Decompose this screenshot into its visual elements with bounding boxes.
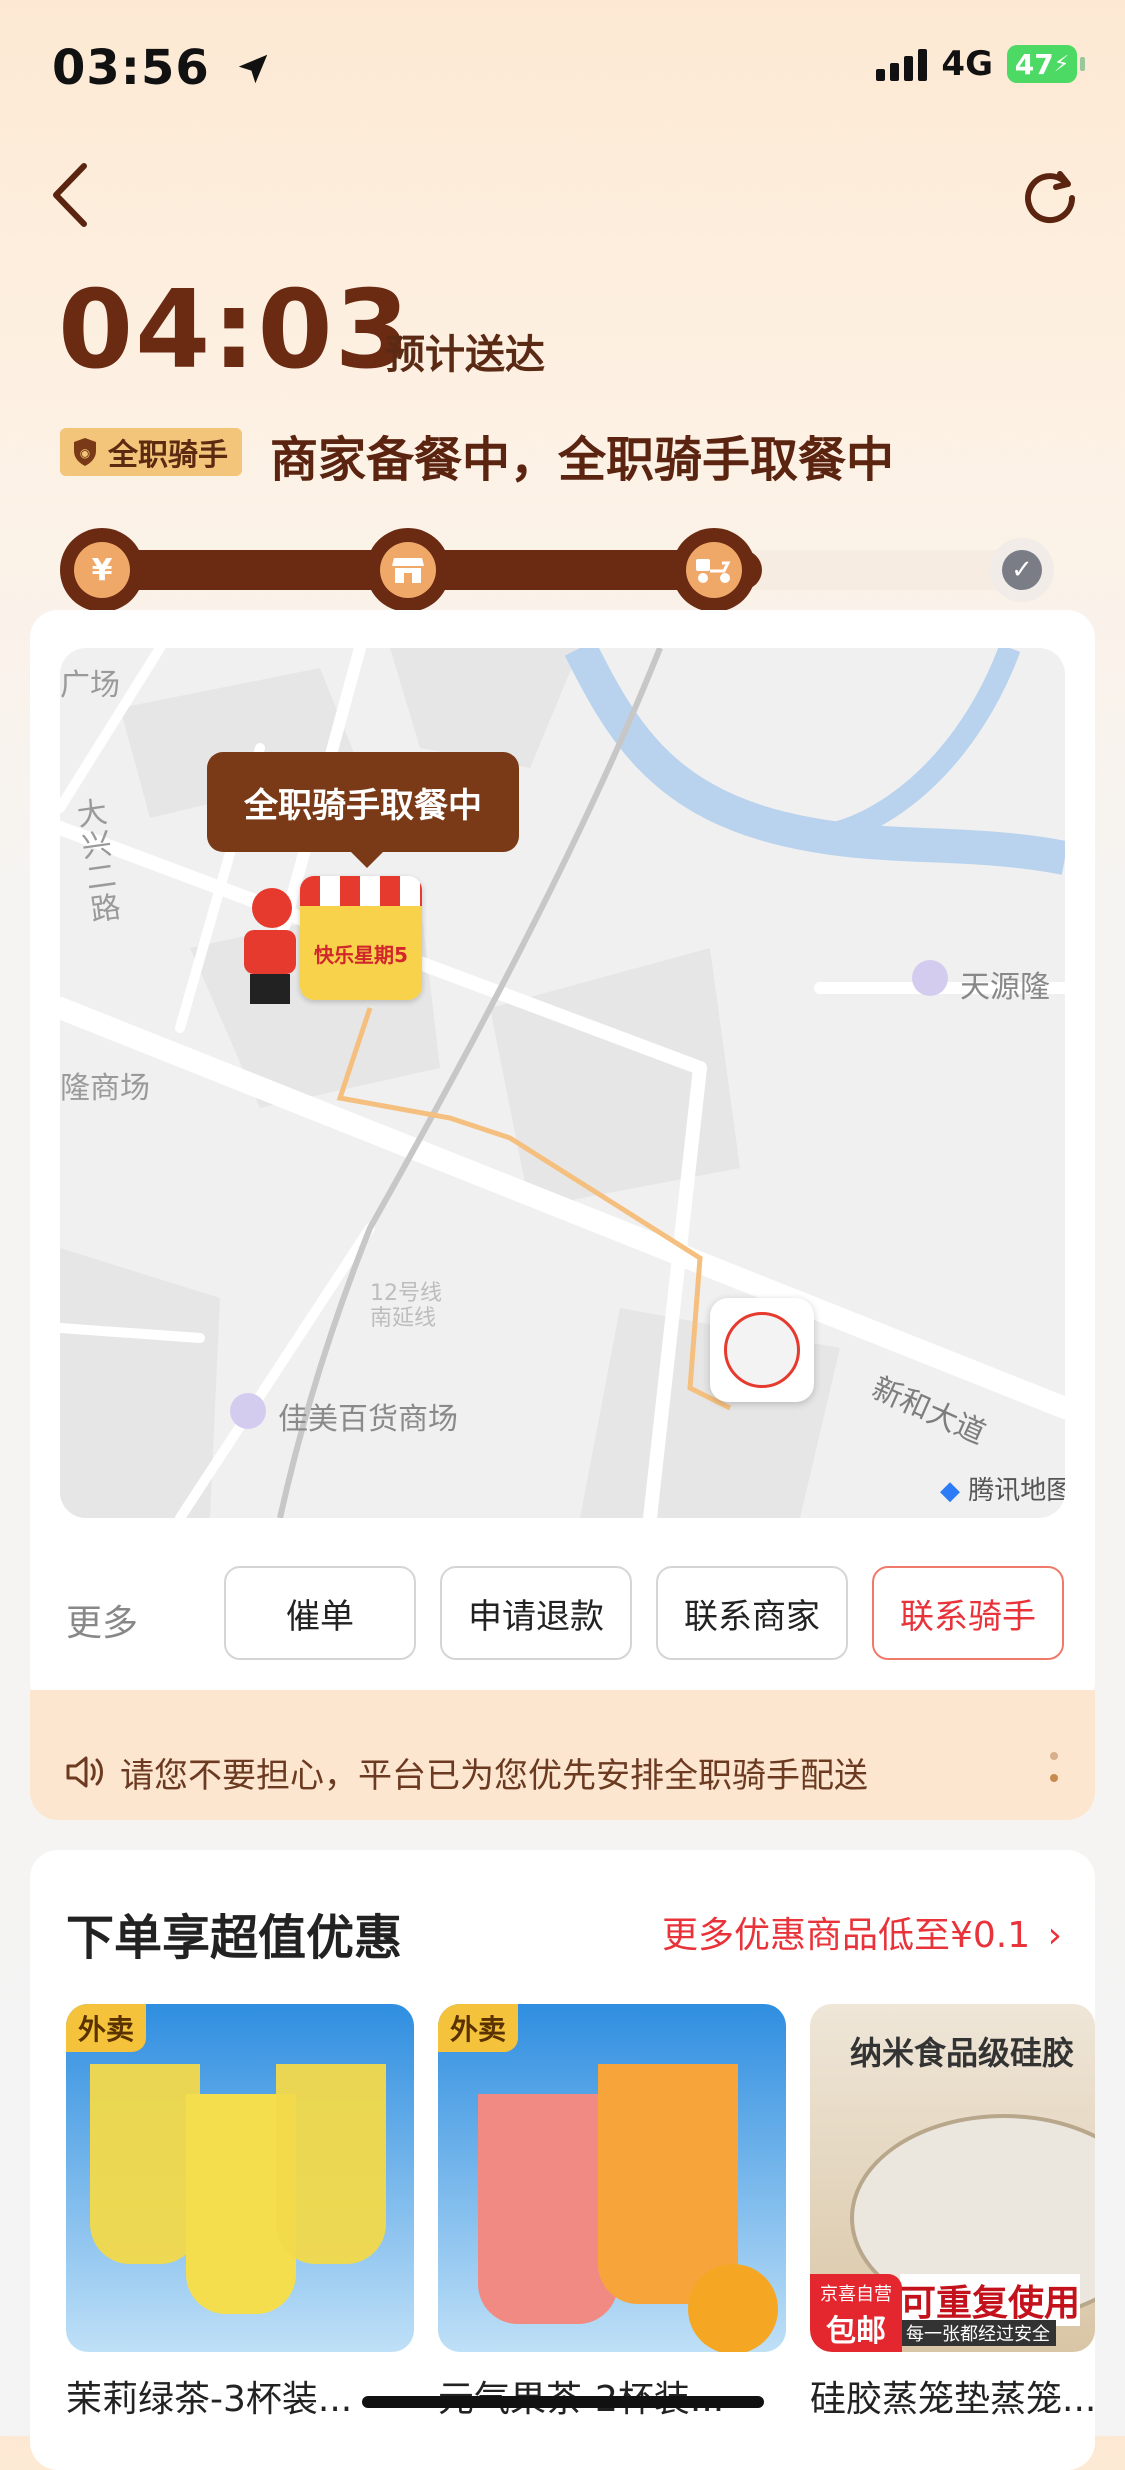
rider-status-bubble: 全职骑手取餐中 [207,752,519,868]
promo-more-link[interactable]: 更多优惠商品低至¥0.1 › [662,1906,1062,1958]
step-rider [672,528,756,612]
network-type: 4G [941,44,993,84]
yuan-icon: ¥ [74,542,130,598]
eta-time: 04:03 [58,268,412,393]
navigation-arrow-icon [238,54,267,84]
product-banner: 纳米食品级硅胶 [850,2034,1075,2072]
refresh-button[interactable] [1020,168,1080,232]
product-name[interactable]: 硅胶蒸笼垫蒸笼... [810,2370,1096,2422]
rider-badge-label: 全职骑手 [108,438,228,473]
contact-merchant-button[interactable]: 联系商家 [656,1566,848,1660]
product-card-steamer-mat[interactable]: 纳米食品级硅胶 可重复使用 每一张都经过安全 京喜自营 包邮 [810,2004,1095,2352]
product-tag: 外卖 [66,2004,147,2052]
tencent-map-icon: ◆ [940,1476,960,1506]
contact-rider-button[interactable]: 联系骑手 [872,1566,1064,1660]
product-subbanner: 可重复使用 [900,2274,1081,2326]
store-marker[interactable]: 快乐星期5 [300,876,422,1000]
step-delivered: ✓ [990,538,1054,602]
step-paid: ¥ [60,528,144,612]
battery-level: 47 [1014,47,1054,81]
rider-avatar [244,888,302,1008]
back-arrow-icon [53,163,87,227]
signal-icon [876,47,928,81]
shield-icon: ◉ [74,438,96,466]
status-indicators: 4G 47 ⚡ [876,44,1085,84]
promo-more-text: 更多优惠商品低至¥0.1 [662,1915,1031,1956]
check-icon: ✓ [1002,550,1042,590]
status-time: 03:56 [52,40,272,96]
map-provider-logo: ◆ 腾讯地图 [940,1470,1065,1507]
refresh-icon [1025,171,1076,224]
status-time-text: 03:56 [52,40,210,96]
self-operated-badge: 京喜自营 包邮 [810,2274,902,2352]
home-indicator[interactable] [362,2396,764,2408]
request-refund-button[interactable]: 申请退款 [440,1566,632,1660]
map-label-jiamei: 佳美百货商场 [278,1402,458,1437]
rider-badge: ◉ 全职骑手 [60,428,242,476]
svg-text:◉: ◉ [80,446,90,460]
product-tag: 外卖 [438,2004,519,2052]
map-label-guangchang: 广场 [60,668,120,703]
badge-main: 包邮 [826,2314,886,2349]
notice-text: 请您不要担心，平台已为您优先安排全职骑手配送 [120,1756,868,1796]
chevron-right-icon: › [1047,1915,1063,1956]
order-status-text: 商家备餐中，全职骑手取餐中 [270,432,895,488]
scooter-icon [686,542,742,598]
store-sign: 快乐星期5 [300,906,422,1000]
product-name[interactable]: 茉莉绿茶-3杯装... [66,2370,352,2422]
map-label-line-nan: 南延线 [370,1306,437,1331]
speaker-icon [64,1752,108,1796]
map-provider-text: 腾讯地图 [968,1476,1065,1506]
eta-label: 预计送达 [385,332,545,378]
destination-marker[interactable] [710,1298,814,1402]
promo-title: 下单享超值优惠 [66,1910,403,1966]
product-card-jasmine-tea[interactable]: 外卖 [66,2004,414,2352]
urge-order-button[interactable]: 催单 [224,1566,416,1660]
badge-top: 京喜自营 [820,2284,892,2305]
store-icon [380,542,436,598]
product-card-fruit-tea[interactable]: 外卖 [438,2004,786,2352]
more-actions-label[interactable]: 更多 [66,1594,138,1646]
battery-icon: 47 ⚡ [1007,45,1085,83]
back-button[interactable] [48,160,92,234]
notice-pager [1050,1752,1058,1796]
step-merchant [366,528,450,612]
map-label-tianyuan: 天源隆 [960,970,1050,1005]
product-note: 每一张都经过安全 [900,2320,1056,2346]
map-label-longshang: 隆商场 [60,1071,150,1106]
